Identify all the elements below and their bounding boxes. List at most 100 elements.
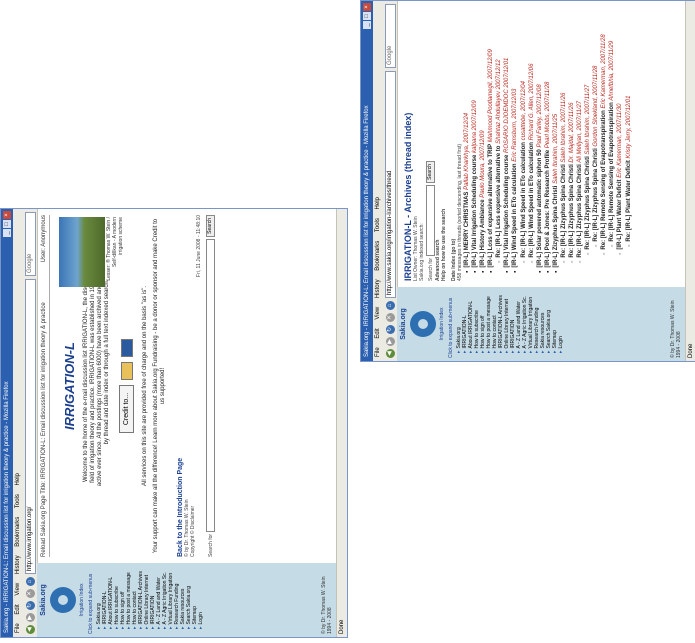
archive-search-button[interactable]: Search xyxy=(426,161,435,183)
search-button[interactable]: Search xyxy=(206,215,215,237)
thread-subject[interactable]: [IR-L] Loss of expansive alternative to … xyxy=(488,144,494,268)
back-link[interactable]: Back to the Introduction Page xyxy=(177,215,184,557)
thread-item[interactable]: Re: [IR-L] Zizyphus Spina Christi Dr. Ma… xyxy=(568,7,576,273)
menu-help[interactable]: Help xyxy=(15,473,21,485)
card-badge-icon[interactable] xyxy=(120,338,133,357)
thread-subject[interactable]: Re: [IR-L] Remote Sensing of Evapotransp… xyxy=(601,110,607,249)
thread-item[interactable]: [IR-L] Solar powered automatic siphon 50… xyxy=(536,7,544,273)
thread-subject[interactable]: [IR-L] Pool & Jones: Pre Research Profil… xyxy=(545,150,551,268)
thread-item[interactable]: [IR-L] Vital Irrigation Scheduling cours… xyxy=(503,7,511,273)
search-box[interactable]: Google xyxy=(24,212,36,276)
thread-item[interactable]: Re: [IR-L] Plant Water Deficit Kristy Je… xyxy=(625,7,633,273)
home-icon[interactable]: ⌂ xyxy=(385,301,395,310)
thread-subject[interactable]: [IR-L] MERRY CHRISTMAS xyxy=(464,192,470,268)
menu-tools[interactable]: Tools xyxy=(15,494,21,508)
url-bar[interactable]: http://www.sakia.org/irrigation-l/archiv… xyxy=(384,71,396,298)
thread-item[interactable]: [IR-L] MERRY CHRISTMAS Pallab Kharkhya, … xyxy=(463,7,471,273)
thread-item[interactable]: [IR-L] Vital Irrigation Scheduling cours… xyxy=(471,7,479,273)
menu-tools[interactable]: Tools xyxy=(375,218,381,232)
menu-bookmarks[interactable]: Bookmarks xyxy=(15,517,21,547)
thread-item[interactable]: Re: [IR-L] Remote Sensing of Evapotransp… xyxy=(600,7,608,273)
thread-item[interactable]: Re: [IR-L] Zizyphus Spina Christi Ali Me… xyxy=(576,7,584,273)
thread-item[interactable]: [IR-L] Wind Speed in ETo calculation Eri… xyxy=(511,7,519,273)
search-box[interactable]: Google xyxy=(384,4,396,68)
help-link[interactable]: Help on how to use the search xyxy=(441,7,447,281)
stop-icon[interactable]: ✕ xyxy=(25,589,35,598)
thread-item[interactable]: [IR-L] Pool & Jones: Pre Research Profil… xyxy=(544,7,552,273)
forward-icon[interactable]: ▶ xyxy=(25,613,35,622)
thread-author: Ali Mellyan, 2007/11/27 xyxy=(577,100,584,165)
thread-item[interactable]: [IR-L] Plant Water Deficit Eric Kamerman… xyxy=(616,7,624,273)
home-icon[interactable]: ⌂ xyxy=(25,577,35,586)
archive-search-input[interactable] xyxy=(426,184,435,256)
title-bar: Sakia.org - IRRIGATION-L: Email discussi… xyxy=(1,209,13,637)
back-icon[interactable]: ◀ xyxy=(385,349,395,358)
thread-item[interactable]: [IR-L] History Ambiance Paulo Moura, 200… xyxy=(479,7,487,273)
thread-subject[interactable]: [IR-L] Wind Speed in ETo calculation xyxy=(513,163,519,267)
thread-subject[interactable]: Re: [IR-L] Zizyphus Spina Christi xyxy=(561,164,567,257)
sidebar-footer-line: 1994 - 2008 xyxy=(676,331,682,358)
menu-edit[interactable]: Edit xyxy=(15,604,21,614)
thread-author: Eric Ramsburn, 2007/12/03 xyxy=(512,88,519,164)
thread-subject[interactable]: Re: [IR-L] Zizyphus Spina Christi xyxy=(569,164,575,257)
stop-icon[interactable]: ✕ xyxy=(385,313,395,322)
thread-item[interactable]: Re: [IR-L] Less expensive alternative to… xyxy=(495,7,503,273)
reload-icon[interactable]: ↻ xyxy=(25,601,35,610)
title-bar: Sakia.org - IRRIGATION-L: Email discussi… xyxy=(361,1,373,361)
logo-wheel-icon xyxy=(50,587,76,613)
sidebar-item[interactable]: Login xyxy=(558,290,564,353)
thread-subject[interactable]: [IR-L] Solar powered automatic siphon 50 xyxy=(537,149,543,267)
close-icon[interactable]: × xyxy=(363,3,371,11)
thread-item[interactable]: Re: [IR-L] Wind Speed in ETo calculation… xyxy=(528,7,536,273)
menu-file[interactable]: File xyxy=(375,347,381,357)
maximize-icon[interactable]: □ xyxy=(363,12,371,20)
thread-subject[interactable]: Re: [IR-L] Remote Sensing of Evapotransp… xyxy=(609,102,615,241)
menu-history[interactable]: History xyxy=(15,555,21,574)
logo-title[interactable]: Sakia.org xyxy=(40,566,47,634)
search-input[interactable] xyxy=(206,238,215,532)
thread-subject[interactable]: [IR-L] Vital Irrigation Scheduling cours… xyxy=(504,155,510,268)
menu-help[interactable]: Help xyxy=(375,197,381,209)
thread-subject[interactable]: Re: [IR-L] Plant Water Deficit xyxy=(626,160,632,241)
thread-subject[interactable]: Re: [IR-L] Zizyphus Spina Christi xyxy=(585,156,591,249)
thread-subject[interactable]: Re: [IR-L] Less expensive alternative to xyxy=(496,146,502,258)
reload-icon[interactable]: ↻ xyxy=(385,325,395,334)
support-note: Your support can make all the difference… xyxy=(153,218,166,554)
minimize-icon[interactable]: _ xyxy=(3,229,11,237)
back-icon[interactable]: ◀ xyxy=(25,625,35,634)
paypal-badge-icon[interactable] xyxy=(120,361,133,380)
thread-item[interactable]: Re: [IR-L] Zizyphus Spina Christi Gordon… xyxy=(592,7,600,273)
menu-edit[interactable]: Edit xyxy=(375,328,381,338)
thread-item[interactable]: [IR-L] Zizyphus Spina Christi Saleh Ibra… xyxy=(552,7,560,273)
menu-view[interactable]: View xyxy=(375,307,381,320)
thread-subject[interactable]: [IR-L] History Ambiance xyxy=(480,199,486,267)
thread-subject[interactable]: [IR-L] Zizyphus Spina Christi xyxy=(553,186,559,268)
menu-history[interactable]: History xyxy=(375,279,381,298)
menu-file[interactable]: File xyxy=(15,623,21,633)
sidebar-item[interactable]: Login xyxy=(198,566,204,629)
thread-item[interactable]: Re: [IR-L] Remote Sensing of Evapotransp… xyxy=(608,7,616,273)
thread-subject[interactable]: Re: [IR-L] Zizyphus Spina Christi xyxy=(577,164,583,257)
thread-item[interactable]: [IR-L] Loss of expansive alternative to … xyxy=(487,7,495,273)
minimize-icon[interactable]: _ xyxy=(363,21,371,29)
menu-view[interactable]: View xyxy=(15,583,21,596)
menu-bookmarks[interactable]: Bookmarks xyxy=(375,241,381,271)
logo-title[interactable]: Sakia.org xyxy=(400,290,407,358)
url-bar[interactable]: http://www.irrigation.org/ xyxy=(24,279,36,574)
sidebar-menu: Sakia.org IRRIGATION-L About IRRIGATION-… xyxy=(96,566,204,634)
thread-subject[interactable]: Re: [IR-L] Zizyphus Spina Christi xyxy=(593,148,599,241)
main-area: Reload Sakia.org Page Title: IRRIGATION-… xyxy=(37,209,337,563)
thread-item[interactable]: Re: [IR-L] Wind Speed in ETo calculation… xyxy=(520,7,528,273)
thread-subject[interactable]: Re: [IR-L] Wind Speed in ETo calculation xyxy=(529,142,535,258)
thread-subject[interactable]: [IR-L] Vital Irrigation Scheduling cours… xyxy=(472,155,478,268)
thread-subject[interactable]: [IR-L] Plant Water Deficit xyxy=(618,179,624,249)
thread-item[interactable]: Re: [IR-L] Zizyphus Spina Christi Saleh … xyxy=(560,7,568,273)
thread-author: Paul Farley, 2007/12/08 xyxy=(536,84,543,150)
thread-item[interactable]: Re: [IR-L] Zizyphus Spina Christi Saleh … xyxy=(584,7,592,273)
thread-list: [IR-L] MERRY CHRISTMAS Pallab Kharkhya, … xyxy=(463,7,633,281)
close-icon[interactable]: × xyxy=(3,211,11,219)
credit-button[interactable]: Credit to... xyxy=(119,384,134,434)
forward-icon[interactable]: ▶ xyxy=(385,337,395,346)
thread-subject[interactable]: Re: [IR-L] Wind Speed in ETo calculation xyxy=(521,142,527,258)
maximize-icon[interactable]: □ xyxy=(3,220,11,228)
